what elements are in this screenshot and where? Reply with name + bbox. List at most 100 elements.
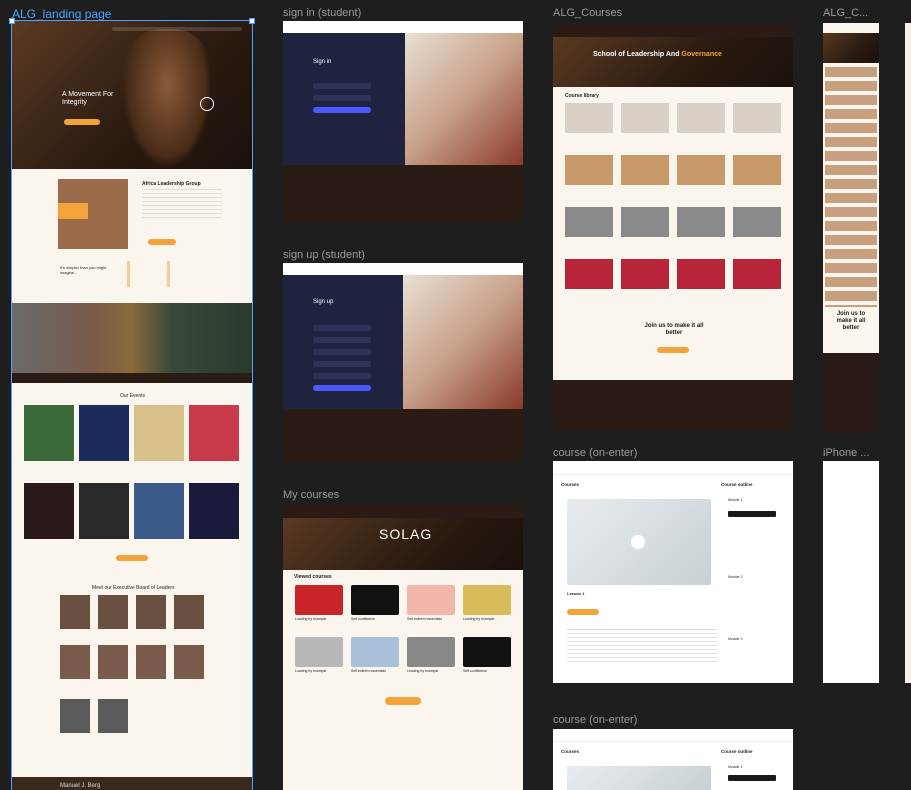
events-section: Our Events [12,383,252,583]
frame-label-iphone[interactable]: iPhone ... [823,447,869,459]
enter1-module-3[interactable]: Module 3 [728,637,742,641]
events-title: Our Events [120,393,146,399]
enter1-breadcrumb[interactable]: Courses [561,482,579,487]
about-section: Africa Leadership Group It's simpler tha… [12,169,252,303]
signup-button[interactable] [313,385,371,391]
frame-course-enter-2[interactable]: Courses Course outline Module 1 [553,729,793,790]
course-thumb-4[interactable] [463,585,511,615]
event-card-3[interactable] [134,405,184,461]
enter2-lesson-active[interactable] [728,775,776,781]
mycourses-more-button[interactable] [385,697,421,705]
viewed-courses-title: Viewed courses [294,574,332,580]
values-caption-strip [12,373,252,383]
enter2-breadcrumb[interactable]: Courses [561,749,579,754]
course-grid-row-1 [565,103,781,133]
frame-label-courses-small[interactable]: ALG_C... [823,7,868,19]
frame-landing[interactable]: A Movement For Integrity Africa Leadersh… [11,20,253,790]
event-card-6[interactable] [79,483,129,539]
signup-panel: Sign up [283,275,403,409]
frame-signin[interactable]: Sign in [283,21,523,221]
signin-heading: Sign in [313,59,332,65]
frame-edge-far-right [905,23,911,683]
video-play-icon[interactable] [631,535,645,549]
design-canvas[interactable]: ALG_landing page A Movement For Integrit… [0,0,911,790]
enter1-outline-title: Course outline [721,482,753,487]
enter1-lesson-title: Lesson 1 [567,591,585,596]
landing-footer [12,777,252,790]
frame-iphone[interactable] [823,461,879,683]
signup-field-3[interactable] [313,349,371,355]
signup-field-2[interactable] [313,337,371,343]
frame-label-signup[interactable]: sign up (student) [283,249,365,261]
course-library-title: Course library [565,93,599,99]
enter1-module-1[interactable]: Module 1 [728,498,742,502]
values-strip [12,303,252,383]
frame-label-mycourses[interactable]: My courses [283,489,339,501]
courses-nav [553,23,793,37]
course-thumb-1[interactable] [295,585,343,615]
frame-label-courses[interactable]: ALG_Courses [553,7,622,19]
signin-email-field[interactable] [313,83,371,89]
enter1-primary-button[interactable] [567,609,599,615]
event-card-8[interactable] [189,483,239,539]
frame-label-enter2[interactable]: course (on-enter) [553,714,637,726]
frame-signup[interactable]: Sign up [283,263,523,461]
course-name-8: Self confidence [463,669,487,673]
resize-handle-tl[interactable] [9,18,15,24]
about-orange-block [58,203,88,219]
enter2-module-1[interactable]: Module 1 [728,765,742,769]
small-cta-title: Join us to make it all better [836,311,866,331]
course-name-3: Self esteem essentials [407,617,443,621]
play-icon[interactable] [200,97,214,111]
mycourses-hero: SOLAG [283,518,523,570]
signup-field-5[interactable] [313,373,371,379]
about-button[interactable] [148,239,176,245]
resize-handle-tr[interactable] [249,18,255,24]
enter1-module-2[interactable]: Module 2 [728,575,742,579]
frame-label-landing[interactable]: ALG_landing page [12,7,111,21]
event-card-2[interactable] [79,405,129,461]
frame-label-enter1[interactable]: course (on-enter) [553,447,637,459]
frame-mycourses[interactable]: SOLAG Viewed courses Loading by example … [283,503,523,790]
event-card-7[interactable] [134,483,184,539]
course-thumb-6[interactable] [351,637,399,667]
event-card-1[interactable] [24,405,74,461]
signin-password-field[interactable] [313,95,371,101]
hero-cta-button[interactable] [64,119,100,125]
small-footer [823,353,879,433]
courses-footer [553,380,793,430]
course-name-2: Self confidence [351,617,375,621]
enter1-nav [553,461,793,475]
signup-field-4[interactable] [313,361,371,367]
course-thumb-2[interactable] [351,585,399,615]
event-card-5[interactable] [24,483,74,539]
frame-course-enter-1[interactable]: Courses Lesson 1 Course outline Module 1… [553,461,793,683]
enter2-video[interactable] [567,766,711,790]
enter1-lesson-active[interactable] [728,511,776,517]
board-title: Meet our Executive Board of Leaders [92,585,175,591]
course-grid-row-3 [565,207,781,237]
event-card-4[interactable] [189,405,239,461]
landing-nav [112,27,242,31]
course-thumb-8[interactable] [463,637,511,667]
signin-panel: Sign in [283,33,405,165]
landing-hero: A Movement For Integrity [12,21,252,169]
courses-cta-button[interactable] [657,347,689,353]
course-thumb-3[interactable] [407,585,455,615]
course-thumb-5[interactable] [295,637,343,667]
signin-photo [405,33,523,165]
events-more-button[interactable] [116,555,148,561]
frame-courses[interactable]: School of Leadership And Governance Cour… [553,23,793,430]
course-thumb-7[interactable] [407,637,455,667]
signup-field-1[interactable] [313,325,371,331]
courses-hero-main: School of Leadership And [593,51,682,58]
enter1-video[interactable] [567,499,711,585]
courses-hero-accent: Governance [681,51,722,58]
courses-cta-title: Join us to make it all better [644,323,704,336]
signin-button[interactable] [313,107,371,113]
signin-topbar [283,21,523,33]
signin-footer [283,171,523,221]
frame-label-signin[interactable]: sign in (student) [283,7,361,19]
frame-courses-small[interactable]: Join us to make it all better [823,23,879,433]
course-name-6: Self esteem essentials [351,669,387,673]
